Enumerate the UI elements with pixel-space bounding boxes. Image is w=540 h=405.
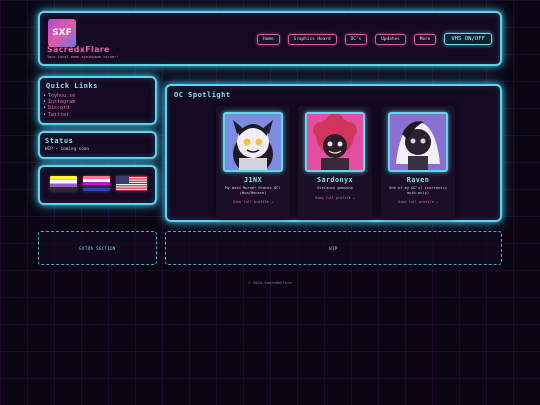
status-panel: Status WIP - coming soon xyxy=(38,131,157,159)
nav-home-button[interactable]: Home xyxy=(257,33,280,45)
genderfluid-pride-flag xyxy=(83,176,110,191)
oc-portrait-raven[interactable] xyxy=(388,112,448,172)
site-footer: © 2025 SacredxFlare xyxy=(248,280,292,285)
oc-name-sardonyx: Sardonyx xyxy=(317,176,353,184)
flags-panel xyxy=(38,165,157,205)
nav-updates-button[interactable]: Updates xyxy=(375,33,406,45)
nav-graphics-hoard-button[interactable]: Graphics Hoard xyxy=(287,33,337,45)
usa-flag xyxy=(116,176,147,191)
site-header: SXF SacredxFlare Your local neon synthwa… xyxy=(38,11,502,66)
nav-ocs-button[interactable]: OC's xyxy=(344,33,368,45)
oc-name-raven: Raven xyxy=(406,176,430,184)
oc-spotlight-panel: OC Spotlight J1NX My main Murder Drones … xyxy=(165,84,502,222)
oc-portrait-j1nx[interactable] xyxy=(223,112,283,172)
oc-desc-raven: One of my OC's! (currently auth only) xyxy=(389,186,447,195)
oc-name-j1nx: J1NX xyxy=(244,176,262,184)
main-nav: Home Graphics Hoard OC's Updates More VH… xyxy=(257,33,492,45)
link-twitter[interactable]: Twitter xyxy=(46,112,155,118)
nav-more-button[interactable]: More xyxy=(413,33,437,45)
wip-section-panel: WIP xyxy=(165,231,502,265)
oc-profile-link-sardonyx[interactable]: View full profile → xyxy=(298,196,372,200)
oc-desc-sardonyx: OcsCanon gemsona xyxy=(317,186,353,190)
oc-card-j1nx: J1NX My main Murder Drones OC! (Nva/Mena… xyxy=(216,106,290,218)
sardonyx-art-icon xyxy=(307,114,363,170)
oc-profile-link-j1nx[interactable]: View full profile → xyxy=(216,200,290,204)
oc-profile-link-raven[interactable]: View full profile → xyxy=(381,200,455,204)
site-logo[interactable]: SXF xyxy=(48,19,76,47)
site-tagline: Your local neon synthwave corner! xyxy=(47,55,119,59)
extra-section-panel: EXTRA SECTION xyxy=(38,231,157,265)
oc-spotlight-title: OC Spotlight xyxy=(174,91,231,99)
quick-links-list: Toyhou.se Instagram Discord Twitter xyxy=(46,93,155,118)
oc-desc-j1nx: My main Murder Drones OC! (Nva/Menace) xyxy=(225,186,281,195)
vhs-toggle-button[interactable]: VHS ON/OFF xyxy=(444,33,492,45)
quick-links-panel: Quick Links Toyhou.se Instagram Discord … xyxy=(38,76,157,125)
site-title: SacredxFlare xyxy=(47,45,110,54)
status-title: Status xyxy=(45,137,74,145)
quick-links-title: Quick Links xyxy=(46,82,98,90)
oc-card-sardonyx: Sardonyx OcsCanon gemsona View full prof… xyxy=(298,106,372,218)
status-text: WIP - coming soon xyxy=(45,147,89,152)
oc-portrait-sardonyx[interactable] xyxy=(305,112,365,172)
oc-card-raven: Raven One of my OC's! (currently auth on… xyxy=(381,106,455,218)
nonbinary-pride-flag xyxy=(50,176,77,191)
j1nx-art-icon xyxy=(225,114,281,170)
raven-art-icon xyxy=(390,114,446,170)
